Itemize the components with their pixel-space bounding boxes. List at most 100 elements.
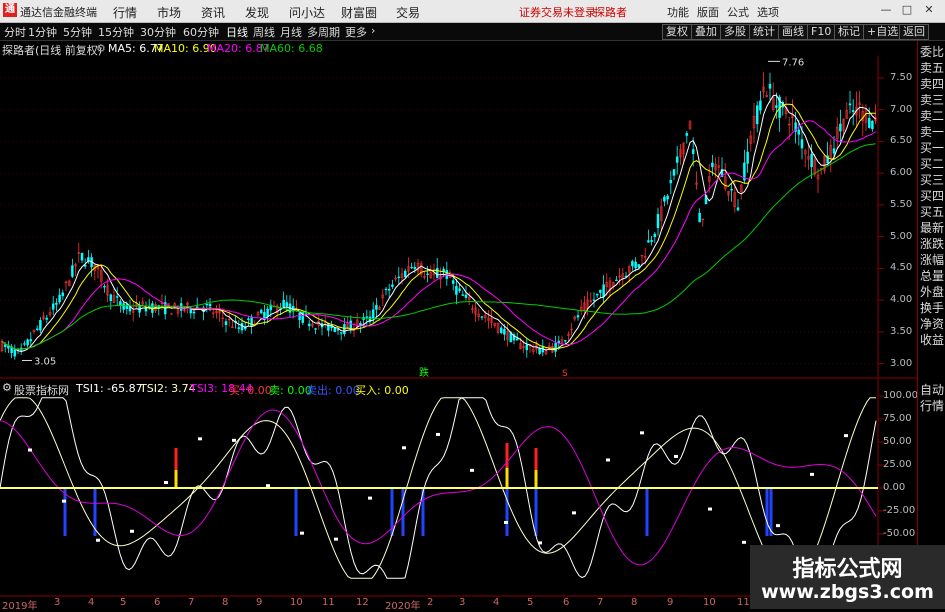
quote-side-panel: 委比 卖五 卖四 卖三 卖二 卖一 买一 买二 买三 买四 买五 最新 涨跌 涨幅 总量 外盘 换手 净资 收益自动… <box>917 41 945 609</box>
panel-bottom-item-0[interactable]: 自动 <box>920 383 945 398</box>
adjust-button[interactable]: 复权 <box>662 24 692 40</box>
y-tick-indicator: -25.00 <box>883 505 916 516</box>
period-toolbar: 分时 1分钟 5分钟 15分钟 30分钟 60分钟 日线 周线 月线 多周期 更… <box>0 23 945 41</box>
candle-body <box>387 288 391 291</box>
candle-body <box>797 129 801 135</box>
indicator-info: ⚙ 股票指标网 TSI1: -65.87 TSI2: 3.74 TSI3: 18… <box>0 381 915 397</box>
period-30min[interactable]: 30分钟 <box>140 24 176 40</box>
period-1min[interactable]: 1分钟 <box>28 24 57 40</box>
period-multi[interactable]: 多周期 <box>307 24 340 40</box>
candle-body <box>698 212 701 223</box>
sell-bar <box>765 488 769 536</box>
mark-button[interactable]: 标记 <box>834 24 864 40</box>
menu-formula[interactable]: 公式 <box>727 4 749 20</box>
marker-s: S <box>562 369 568 379</box>
panel-item-2[interactable]: 卖四 <box>920 77 945 92</box>
candle-body <box>455 285 458 295</box>
watermark-title: 指标公式网 <box>792 557 903 582</box>
menu-market-quotes[interactable]: 行情 <box>113 4 137 21</box>
panel-item-7[interactable]: 买二 <box>920 157 945 172</box>
sell-bar <box>534 488 538 536</box>
draw-line-button[interactable]: 画线 <box>778 24 808 40</box>
stats-button[interactable]: 统计 <box>749 24 779 40</box>
multi-stock-button[interactable]: 多股 <box>720 24 750 40</box>
panel-item-15[interactable]: 外盘 <box>920 285 945 300</box>
candle-body <box>26 339 29 346</box>
menu-ask-xiaoda[interactable]: 问小达 <box>289 4 325 21</box>
candle-body <box>282 299 285 308</box>
period-60min[interactable]: 60分钟 <box>183 24 219 40</box>
menu-wealth-circle[interactable]: 财富圈 <box>341 4 377 21</box>
candle-body <box>58 294 61 303</box>
candle-body <box>45 317 49 320</box>
add-watchlist-button[interactable]: +自选 <box>863 24 903 40</box>
x-tick-label: 7 <box>597 597 604 608</box>
candle-body <box>192 311 196 314</box>
candle-body <box>759 100 762 111</box>
panel-item-16[interactable]: 换手 <box>920 301 945 316</box>
panel-item-18[interactable]: 收益 <box>920 333 945 348</box>
panel-item-8[interactable]: 买三 <box>920 173 945 188</box>
panel-item-11[interactable]: 最新 <box>920 221 945 236</box>
period-15min[interactable]: 15分钟 <box>98 24 134 40</box>
menu-trade[interactable]: 交易 <box>396 4 420 21</box>
candle-body <box>499 327 503 334</box>
menu-options[interactable]: 选项 <box>757 4 779 20</box>
panel-item-17[interactable]: 净资 <box>920 317 945 332</box>
panel-item-3[interactable]: 卖三 <box>920 93 945 108</box>
panel-item-14[interactable]: 总量 <box>920 269 945 284</box>
kline-chart[interactable]: 7.76 3.05 跌 S <box>0 40 917 597</box>
f10-button[interactable]: F10 <box>807 24 836 40</box>
indicator-settings-icon[interactable]: ⚙ <box>2 381 12 394</box>
panel-item-6[interactable]: 买一 <box>920 141 945 156</box>
panel-bottom-item-1[interactable]: 行情 <box>920 399 945 414</box>
panel-item-12[interactable]: 涨跌 <box>920 237 945 252</box>
candle-body <box>666 195 669 200</box>
candle-body <box>848 103 852 106</box>
x-tick-label: 3 <box>54 597 61 608</box>
period-daily[interactable]: 日线 <box>226 24 248 40</box>
panel-item-9[interactable]: 买四 <box>920 189 945 204</box>
period-intraday[interactable]: 分时 <box>4 24 26 40</box>
signal-dot <box>436 432 440 436</box>
close-button[interactable]: ✕ <box>921 2 937 18</box>
candle-body <box>23 343 26 345</box>
panel-item-5[interactable]: 卖一 <box>920 125 945 140</box>
login-status[interactable]: 证券交易未登录 <box>519 4 596 20</box>
panel-item-4[interactable]: 卖二 <box>920 109 945 124</box>
period-monthly[interactable]: 月线 <box>280 24 302 40</box>
signal-dot <box>96 538 100 542</box>
candle-body <box>515 338 519 341</box>
candle-body <box>602 284 605 298</box>
panel-item-10[interactable]: 买五 <box>920 205 945 220</box>
signal-dot <box>164 481 168 485</box>
signal-dot <box>470 468 474 472</box>
more-arrow-icon[interactable]: › <box>371 24 375 37</box>
panel-item-13[interactable]: 涨幅 <box>920 253 945 268</box>
maximize-button[interactable]: □ <box>899 2 915 18</box>
back-button[interactable]: 返回 <box>899 24 929 40</box>
period-weekly[interactable]: 周线 <box>253 24 275 40</box>
period-more[interactable]: 更多 <box>345 24 367 40</box>
menu-discover[interactable]: 发现 <box>245 4 269 21</box>
menu-layout[interactable]: 版面 <box>697 4 719 20</box>
candle-body <box>371 309 375 319</box>
x-tick-label: 10 <box>290 597 303 608</box>
overlay-button[interactable]: 叠加 <box>691 24 721 40</box>
panel-item-0[interactable]: 委比 <box>920 45 945 60</box>
y-tick-indicator: 75.00 <box>883 413 912 424</box>
candle-body <box>775 105 778 108</box>
candle-body <box>691 149 695 154</box>
panel-item-1[interactable]: 卖五 <box>920 61 945 76</box>
signal-dot <box>62 499 66 503</box>
menu-news[interactable]: 资讯 <box>201 4 225 21</box>
menu-functions[interactable]: 功能 <box>667 4 689 20</box>
tsi2-value: TSI2: 3.74 <box>140 382 196 395</box>
menu-market[interactable]: 市场 <box>157 4 181 21</box>
period-5min[interactable]: 5分钟 <box>63 24 92 40</box>
minimize-button[interactable]: — <box>878 2 894 18</box>
candle-body <box>711 162 714 168</box>
candle-body <box>554 342 557 352</box>
candle-body <box>343 324 346 335</box>
signal-dot <box>844 434 848 438</box>
